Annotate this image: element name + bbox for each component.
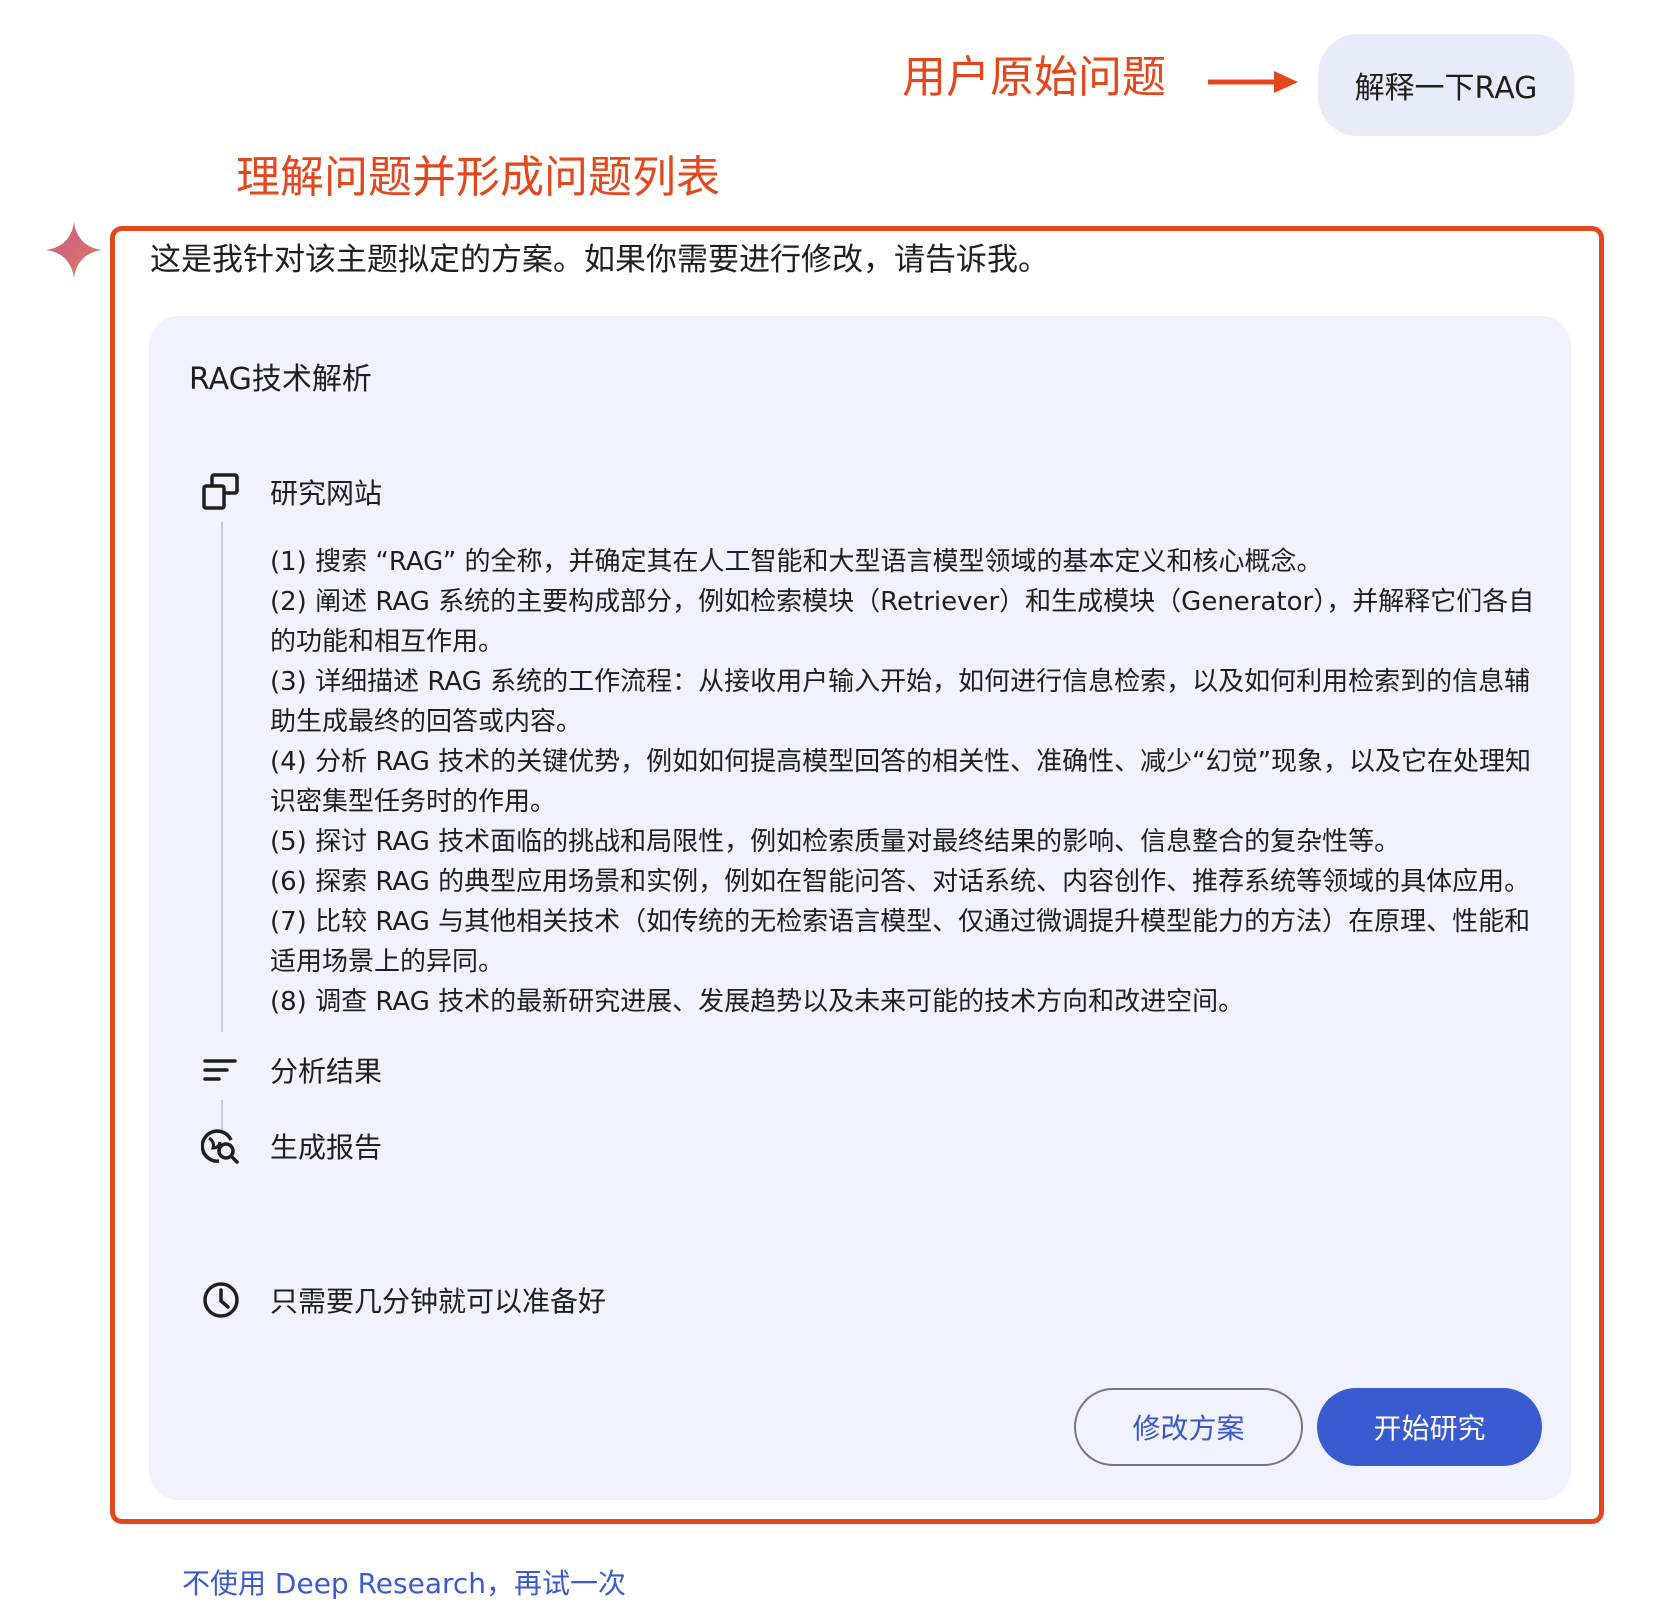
list-item: (5) 探讨 RAG 技术面临的挑战和局限性，例如检索质量对最终结果的影响、信息… <box>270 827 1401 857</box>
list-item: (6) 探索 RAG 的典型应用场景和实例，例如在智能问答、对话系统、内容创作、… <box>270 867 1531 897</box>
generate-report-icon <box>201 1129 239 1164</box>
step-label-analyze: 分析结果 <box>270 1055 383 1088</box>
gemini-sparkle-icon <box>46 222 102 278</box>
research-steps-list: (1) 搜索 “RAG” 的全称，并确定其在人工智能和大型语言模型领域的基本定义… <box>270 542 1540 1022</box>
list-item: (2) 阐述 RAG 系统的主要构成部分，例如检索模块（Retriever）和生… <box>270 587 1535 657</box>
retry-without-deep-research-link[interactable]: 不使用 Deep Research，再试一次 <box>182 1562 626 1602</box>
edit-plan-button[interactable]: 修改方案 <box>1074 1388 1303 1466</box>
list-item: (8) 调查 RAG 技术的最新研究进展、发展趋势以及未来可能的技术方向和改进空… <box>270 987 1245 1017</box>
time-estimate-text: 只需要几分钟就可以准备好 <box>270 1285 607 1318</box>
plan-title: RAG技术解析 <box>189 362 372 397</box>
arrow-icon <box>1208 71 1298 93</box>
list-item: (7) 比较 RAG 与其他相关技术（如传统的无检索语言模型、仅通过微调提升模型… <box>270 907 1531 977</box>
research-websites-icon <box>202 473 239 510</box>
assistant-intro-text: 这是我针对该主题拟定的方案。如果你需要进行修改，请告诉我。 <box>150 242 1049 278</box>
user-message-bubble: 解释一下RAG <box>1318 34 1574 136</box>
annotation-understand-question: 理解问题并形成问题列表 <box>236 152 720 203</box>
annotation-user-question: 用户原始问题 <box>902 52 1166 103</box>
list-item: (3) 详细描述 RAG 系统的工作流程：从接收用户输入开始，如何进行信息检索，… <box>270 667 1531 737</box>
step-label-research: 研究网站 <box>270 477 383 510</box>
start-research-button[interactable]: 开始研究 <box>1317 1388 1542 1466</box>
list-item: (4) 分析 RAG 技术的关键优势，例如如何提高模型回答的相关性、准确性、减少… <box>270 747 1532 817</box>
step-label-report: 生成报告 <box>270 1131 383 1164</box>
timeline-connector <box>221 522 223 1032</box>
list-item: (1) 搜索 “RAG” 的全称，并确定其在人工智能和大型语言模型领域的基本定义… <box>270 547 1323 577</box>
clock-icon <box>203 1282 239 1318</box>
research-plan-card: RAG技术解析 研究网站 (1) 搜索 “RAG” 的全称，并确定其在人工智能和… <box>149 316 1571 1500</box>
analyze-results-icon <box>203 1059 237 1081</box>
